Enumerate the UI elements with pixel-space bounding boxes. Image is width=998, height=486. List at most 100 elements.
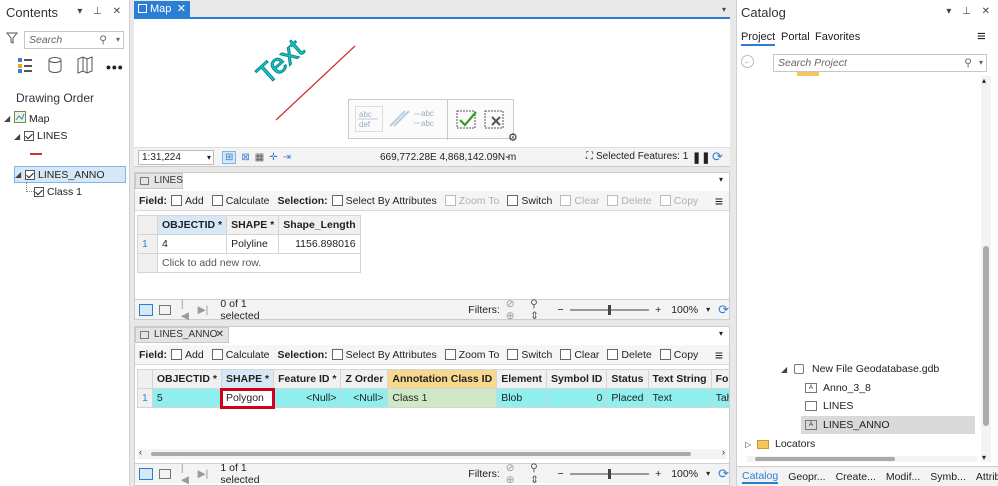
search-icon[interactable]: ⚲ (99, 32, 107, 48)
table-cell[interactable]: 0 (546, 388, 608, 408)
chevron-down-icon[interactable]: ▾ (116, 32, 120, 48)
chevron-down-icon[interactable]: ▾ (719, 329, 723, 338)
hamburger-menu-icon[interactable]: ≡ (977, 28, 986, 45)
switch-button[interactable]: Switch (507, 195, 552, 207)
show-all-records-icon[interactable] (139, 303, 153, 316)
next-page-icon[interactable]: ▶| (198, 468, 209, 480)
clear-button[interactable]: Clear (560, 349, 599, 361)
visibility-checkbox[interactable] (34, 187, 44, 197)
more-options-icon[interactable]: ••• (106, 59, 124, 75)
zoom-slider[interactable] (569, 304, 650, 315)
catalog-item-lines-anno[interactable]: A LINES_ANNO (801, 416, 975, 434)
scroll-right-icon[interactable]: › (722, 447, 725, 457)
curved-text-icon[interactable] (387, 106, 411, 132)
column-header[interactable]: Z Order (340, 369, 389, 389)
horizontal-scrollbar[interactable]: ‹ › (137, 447, 727, 459)
drawing-order-icon[interactable] (16, 56, 34, 77)
table-cell[interactable]: Placed (606, 388, 649, 408)
layer-map[interactable]: ◢ Map (4, 111, 49, 126)
column-header[interactable]: Feature ID * (273, 369, 342, 389)
catalog-item-gdb[interactable]: ◢ New File Geodatabase.gdb (781, 363, 939, 375)
fixed-zoom-icon[interactable]: ⊞ (222, 151, 237, 164)
layer-lines-anno[interactable]: ◢ LINES_ANNO (14, 166, 126, 183)
scrollbar-thumb[interactable] (983, 246, 989, 426)
copy-button[interactable]: Copy (659, 349, 698, 361)
add-row-hint[interactable]: Click to add new row. (157, 253, 361, 273)
expand-icon[interactable]: ◢ (14, 132, 24, 141)
show-selected-records-icon[interactable] (158, 304, 171, 315)
expand-icon[interactable]: ◢ (4, 114, 14, 123)
table-cell[interactable]: Blob (496, 388, 548, 408)
layer-class-1[interactable]: Class 1 (34, 186, 82, 198)
column-header[interactable]: Text String (647, 369, 712, 389)
chevron-down-icon[interactable]: ▾ (207, 151, 211, 164)
column-header[interactable]: Font (710, 369, 729, 389)
tab-geoprocessing[interactable]: Geopr... (788, 471, 825, 483)
shape-cell-highlighted[interactable]: Polygon (220, 387, 275, 409)
leader-text-icon[interactable]: abc abc (413, 106, 443, 132)
scroll-left-icon[interactable]: ‹ (139, 447, 142, 457)
tab-lines-table[interactable]: LINES (135, 173, 183, 189)
column-header[interactable]: Annotation Class ID (387, 369, 498, 389)
expand-icon[interactable]: ◢ (15, 170, 25, 179)
settings-gear-icon[interactable]: ⚙ (508, 131, 518, 144)
scroll-down-icon[interactable]: ▾ (982, 453, 986, 462)
back-arrow-icon[interactable]: ← (741, 55, 754, 68)
tab-project[interactable]: Project (741, 31, 776, 46)
contents-search-input[interactable]: Search ⚲ ▾ (24, 31, 124, 49)
calculate-button[interactable]: Calculate (211, 349, 269, 361)
grid-icon[interactable]: ⊠ (241, 152, 249, 163)
column-header[interactable]: SHAPE * (226, 215, 280, 235)
view-menu-icon[interactable]: ▾ (722, 5, 726, 14)
visibility-checkbox[interactable] (25, 169, 35, 180)
tab-symbology[interactable]: Symb... (930, 471, 966, 483)
table-row[interactable]: 1 4 Polyline 1156.898016 (137, 234, 361, 254)
layer-lines[interactable]: ◢ LINES (14, 130, 67, 142)
selected-features-indicator[interactable]: ⛶ Selected Features: 1 (586, 151, 688, 162)
source-icon[interactable] (46, 56, 64, 77)
add-field-button[interactable]: Add (171, 195, 204, 207)
tab-portal[interactable]: Portal (781, 31, 810, 43)
select-by-attributes-button[interactable]: Select By Attributes (331, 195, 437, 207)
table-cell[interactable]: 4 (156, 234, 228, 254)
expand-icon[interactable]: ▷ (745, 440, 755, 449)
refresh-icon[interactable]: ⟳ (718, 466, 729, 482)
column-header[interactable]: SHAPE * (220, 369, 275, 389)
pane-controls[interactable]: ▾ ⊥ ✕ (77, 6, 125, 17)
zoom-slider[interactable] (569, 468, 650, 479)
table-cell[interactable]: <Null> (273, 388, 342, 408)
switch-button[interactable]: Switch (507, 349, 552, 361)
zoom-to-button[interactable]: Zoom To (444, 195, 499, 207)
zoom-in-icon[interactable]: + (655, 468, 661, 480)
zoom-out-icon[interactable]: − (557, 304, 563, 316)
zoom-to-button[interactable]: Zoom To (444, 349, 499, 361)
table-icon[interactable]: ▦ (255, 152, 264, 163)
funnel-icon[interactable]: ⚲ ⇕ (530, 298, 549, 322)
zoom-slider-thumb[interactable] (607, 304, 611, 315)
next-page-icon[interactable]: ▶| (198, 304, 209, 316)
catalog-search-input[interactable]: Search Project ⚲ ▾ (773, 54, 987, 72)
scrollbar-thumb[interactable] (755, 457, 895, 461)
catalog-item-lines[interactable]: LINES (805, 400, 853, 412)
row-index[interactable]: 1 (137, 388, 153, 408)
tab-catalog[interactable]: Catalog (742, 470, 779, 484)
catalog-item-anno[interactable]: A Anno_3_8 (805, 382, 871, 394)
zoom-level[interactable]: 100% (671, 304, 698, 316)
close-icon[interactable]: ✕ (216, 328, 224, 342)
clear-button[interactable]: Clear (560, 195, 599, 207)
pane-controls[interactable]: ▾ ⊥ ✕ (946, 6, 994, 17)
stack-text-icon[interactable]: abc def (355, 106, 383, 132)
table-row[interactable]: 1 5 Polygon <Null> <Null> Class 1 Blob 0… (137, 387, 729, 409)
table-cell[interactable]: 5 (151, 388, 222, 408)
table-cell[interactable]: <Null> (340, 388, 389, 408)
refresh-icon[interactable]: ⟳ (712, 149, 723, 165)
catalog-item-locators[interactable]: ▷ Locators (745, 438, 815, 450)
funnel-icon[interactable]: ⚲ ⇕ (530, 462, 549, 486)
filter-icons[interactable]: ⊘ ⊕ (506, 298, 526, 322)
tab-favorites[interactable]: Favorites (815, 31, 860, 43)
chevron-down-icon[interactable]: ▾ (719, 175, 723, 184)
search-icon[interactable]: ⚲ (964, 55, 972, 71)
column-header[interactable]: Symbol ID (546, 369, 608, 389)
visibility-checkbox[interactable] (24, 131, 34, 141)
tab-modify-features[interactable]: Modif... (886, 471, 920, 483)
